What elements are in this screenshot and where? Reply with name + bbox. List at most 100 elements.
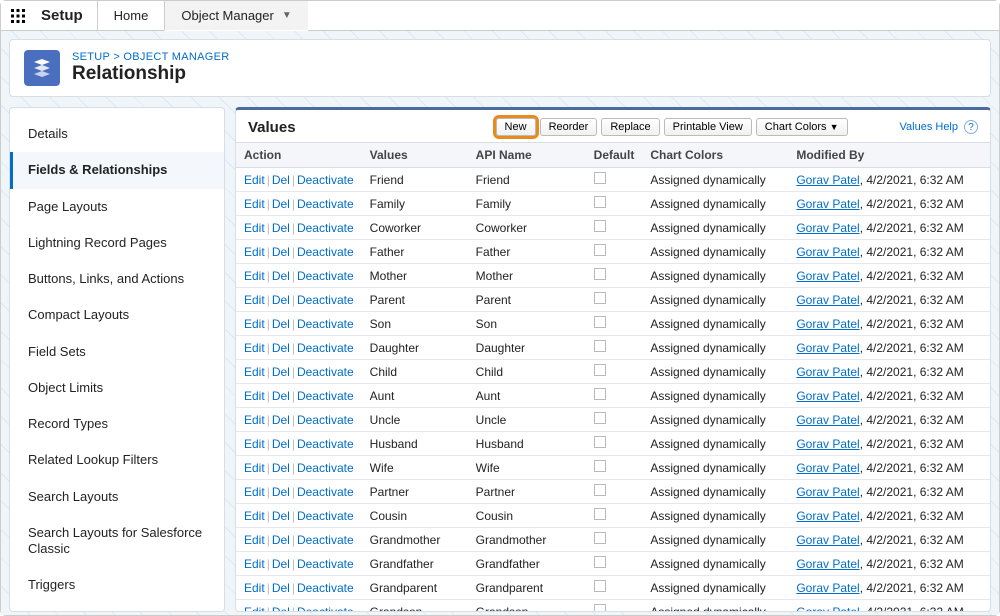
user-link[interactable]: Gorav Patel — [796, 245, 859, 259]
user-link[interactable]: Gorav Patel — [796, 173, 859, 187]
edit-link[interactable]: Edit — [244, 581, 265, 595]
sidebar-item[interactable]: Compact Layouts — [10, 297, 224, 333]
deactivate-link[interactable]: Deactivate — [297, 317, 354, 331]
del-link[interactable]: Del — [272, 173, 290, 187]
edit-link[interactable]: Edit — [244, 485, 265, 499]
nav-object-manager[interactable]: Object Manager ▼ — [164, 1, 307, 31]
edit-link[interactable]: Edit — [244, 245, 265, 259]
user-link[interactable]: Gorav Patel — [796, 365, 859, 379]
user-link[interactable]: Gorav Patel — [796, 509, 859, 523]
deactivate-link[interactable]: Deactivate — [297, 341, 354, 355]
replace-button[interactable]: Replace — [601, 118, 659, 136]
edit-link[interactable]: Edit — [244, 317, 265, 331]
user-link[interactable]: Gorav Patel — [796, 389, 859, 403]
edit-link[interactable]: Edit — [244, 437, 265, 451]
user-link[interactable]: Gorav Patel — [796, 485, 859, 499]
sidebar-item[interactable]: Lightning Record Pages — [10, 225, 224, 261]
deactivate-link[interactable]: Deactivate — [297, 533, 354, 547]
user-link[interactable]: Gorav Patel — [796, 293, 859, 307]
deactivate-link[interactable]: Deactivate — [297, 605, 354, 612]
edit-link[interactable]: Edit — [244, 509, 265, 523]
deactivate-link[interactable]: Deactivate — [297, 437, 354, 451]
del-link[interactable]: Del — [272, 389, 290, 403]
user-link[interactable]: Gorav Patel — [796, 461, 859, 475]
sidebar-item[interactable]: Record Types — [10, 406, 224, 442]
del-link[interactable]: Del — [272, 557, 290, 571]
sidebar-item[interactable]: Related Lookup Filters — [10, 442, 224, 478]
user-link[interactable]: Gorav Patel — [796, 221, 859, 235]
del-link[interactable]: Del — [272, 317, 290, 331]
user-link[interactable]: Gorav Patel — [796, 605, 859, 612]
deactivate-link[interactable]: Deactivate — [297, 197, 354, 211]
deactivate-link[interactable]: Deactivate — [297, 389, 354, 403]
chart-colors-button[interactable]: Chart Colors ▼ — [756, 118, 848, 136]
user-link[interactable]: Gorav Patel — [796, 413, 859, 427]
values-table-wrapper[interactable]: Action Values API Name Default Chart Col… — [236, 142, 990, 611]
user-link[interactable]: Gorav Patel — [796, 533, 859, 547]
edit-link[interactable]: Edit — [244, 293, 265, 307]
new-button[interactable]: New — [496, 118, 536, 136]
deactivate-link[interactable]: Deactivate — [297, 293, 354, 307]
deactivate-link[interactable]: Deactivate — [297, 245, 354, 259]
deactivate-link[interactable]: Deactivate — [297, 509, 354, 523]
edit-link[interactable]: Edit — [244, 413, 265, 427]
edit-link[interactable]: Edit — [244, 341, 265, 355]
deactivate-link[interactable]: Deactivate — [297, 485, 354, 499]
deactivate-link[interactable]: Deactivate — [297, 365, 354, 379]
deactivate-link[interactable]: Deactivate — [297, 221, 354, 235]
edit-link[interactable]: Edit — [244, 197, 265, 211]
reorder-button[interactable]: Reorder — [540, 118, 598, 136]
edit-link[interactable]: Edit — [244, 173, 265, 187]
deactivate-link[interactable]: Deactivate — [297, 413, 354, 427]
del-link[interactable]: Del — [272, 437, 290, 451]
del-link[interactable]: Del — [272, 509, 290, 523]
breadcrumb[interactable]: SETUP > OBJECT MANAGER — [72, 51, 229, 63]
sidebar-item[interactable]: Search Layouts — [10, 479, 224, 515]
sidebar-item[interactable]: Search Layouts for Salesforce Classic — [10, 515, 224, 568]
edit-link[interactable]: Edit — [244, 533, 265, 547]
sidebar-item[interactable]: Triggers — [10, 567, 224, 603]
deactivate-link[interactable]: Deactivate — [297, 269, 354, 283]
help-link[interactable]: Values Help ? — [900, 120, 979, 134]
sidebar-item[interactable]: Field Sets — [10, 334, 224, 370]
edit-link[interactable]: Edit — [244, 389, 265, 403]
sidebar-item[interactable]: Details — [10, 116, 224, 152]
user-link[interactable]: Gorav Patel — [796, 341, 859, 355]
user-link[interactable]: Gorav Patel — [796, 317, 859, 331]
user-link[interactable]: Gorav Patel — [796, 581, 859, 595]
sidebar-item[interactable]: Validation Rules — [10, 604, 224, 613]
edit-link[interactable]: Edit — [244, 269, 265, 283]
deactivate-link[interactable]: Deactivate — [297, 581, 354, 595]
del-link[interactable]: Del — [272, 245, 290, 259]
edit-link[interactable]: Edit — [244, 557, 265, 571]
user-link[interactable]: Gorav Patel — [796, 437, 859, 451]
deactivate-link[interactable]: Deactivate — [297, 461, 354, 475]
del-link[interactable]: Del — [272, 413, 290, 427]
del-link[interactable]: Del — [272, 605, 290, 612]
sidebar-item[interactable]: Buttons, Links, and Actions — [10, 261, 224, 297]
edit-link[interactable]: Edit — [244, 461, 265, 475]
del-link[interactable]: Del — [272, 461, 290, 475]
user-link[interactable]: Gorav Patel — [796, 197, 859, 211]
user-link[interactable]: Gorav Patel — [796, 269, 859, 283]
sidebar-item[interactable]: Page Layouts — [10, 189, 224, 225]
del-link[interactable]: Del — [272, 365, 290, 379]
nav-home[interactable]: Home — [97, 1, 165, 31]
sidebar-item[interactable]: Object Limits — [10, 370, 224, 406]
sidebar-item[interactable]: Fields & Relationships — [10, 152, 224, 188]
del-link[interactable]: Del — [272, 269, 290, 283]
app-launcher-icon[interactable] — [1, 9, 35, 23]
del-link[interactable]: Del — [272, 341, 290, 355]
printable-view-button[interactable]: Printable View — [664, 118, 752, 136]
user-link[interactable]: Gorav Patel — [796, 557, 859, 571]
edit-link[interactable]: Edit — [244, 365, 265, 379]
del-link[interactable]: Del — [272, 293, 290, 307]
del-link[interactable]: Del — [272, 581, 290, 595]
deactivate-link[interactable]: Deactivate — [297, 557, 354, 571]
edit-link[interactable]: Edit — [244, 221, 265, 235]
del-link[interactable]: Del — [272, 485, 290, 499]
deactivate-link[interactable]: Deactivate — [297, 173, 354, 187]
edit-link[interactable]: Edit — [244, 605, 265, 612]
del-link[interactable]: Del — [272, 221, 290, 235]
del-link[interactable]: Del — [272, 197, 290, 211]
